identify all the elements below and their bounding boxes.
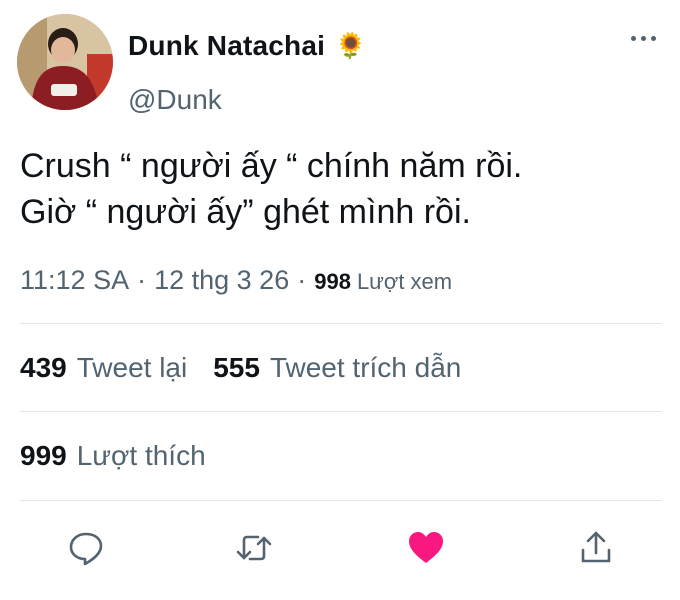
tweet-text: Crush “ người ấy “ chính năm rồi. Giờ “ … — [20, 143, 665, 235]
author-name-row[interactable]: Dunk Natachai 🌻 — [128, 30, 366, 62]
author-display-name[interactable]: Dunk Natachai — [128, 30, 325, 62]
retweets-label[interactable]: Tweet lại — [77, 352, 188, 384]
likes-count[interactable]: 999 — [20, 440, 67, 472]
tweet-date[interactable]: 12 thg 3 26 — [154, 265, 289, 296]
retweet-stats-row: 439 Tweet lại 555 Tweet trích dẫn — [20, 352, 461, 384]
divider — [20, 411, 662, 412]
retweets-count[interactable]: 439 — [20, 352, 67, 384]
tweet-time[interactable]: 11:12 SA — [20, 265, 129, 296]
likes-stats-row: 999 Lượt thích — [20, 440, 206, 472]
divider — [20, 323, 662, 324]
likes-label[interactable]: Lượt thích — [77, 440, 206, 472]
meta-separator: · — [137, 265, 147, 295]
tweet-text-line: Giờ “ người ấy” ghét mình rồi. — [20, 193, 471, 231]
views-count: 998 — [314, 269, 351, 294]
heart-icon[interactable] — [406, 528, 446, 568]
meta-separator: · — [297, 265, 307, 295]
retweet-icon[interactable] — [234, 528, 274, 568]
tweet-actions-bar — [0, 520, 680, 570]
share-icon[interactable] — [576, 528, 616, 568]
author-handle[interactable]: @Dunk — [128, 84, 222, 116]
tweet-text-line: Crush “ người ấy “ chính năm rồi. — [20, 147, 523, 185]
sunflower-badge-icon: 🌻 — [335, 31, 367, 60]
avatar[interactable] — [17, 14, 113, 110]
quotes-count[interactable]: 555 — [213, 352, 260, 384]
quotes-label[interactable]: Tweet trích dẫn — [270, 352, 461, 384]
tweet-meta: 11:12 SA · 12 thg 3 26 · 998 Lượt xem — [20, 265, 452, 296]
views-label: Lượt xem — [356, 269, 453, 294]
reply-icon[interactable] — [66, 528, 106, 568]
divider — [20, 500, 662, 501]
more-icon[interactable] — [631, 36, 656, 41]
